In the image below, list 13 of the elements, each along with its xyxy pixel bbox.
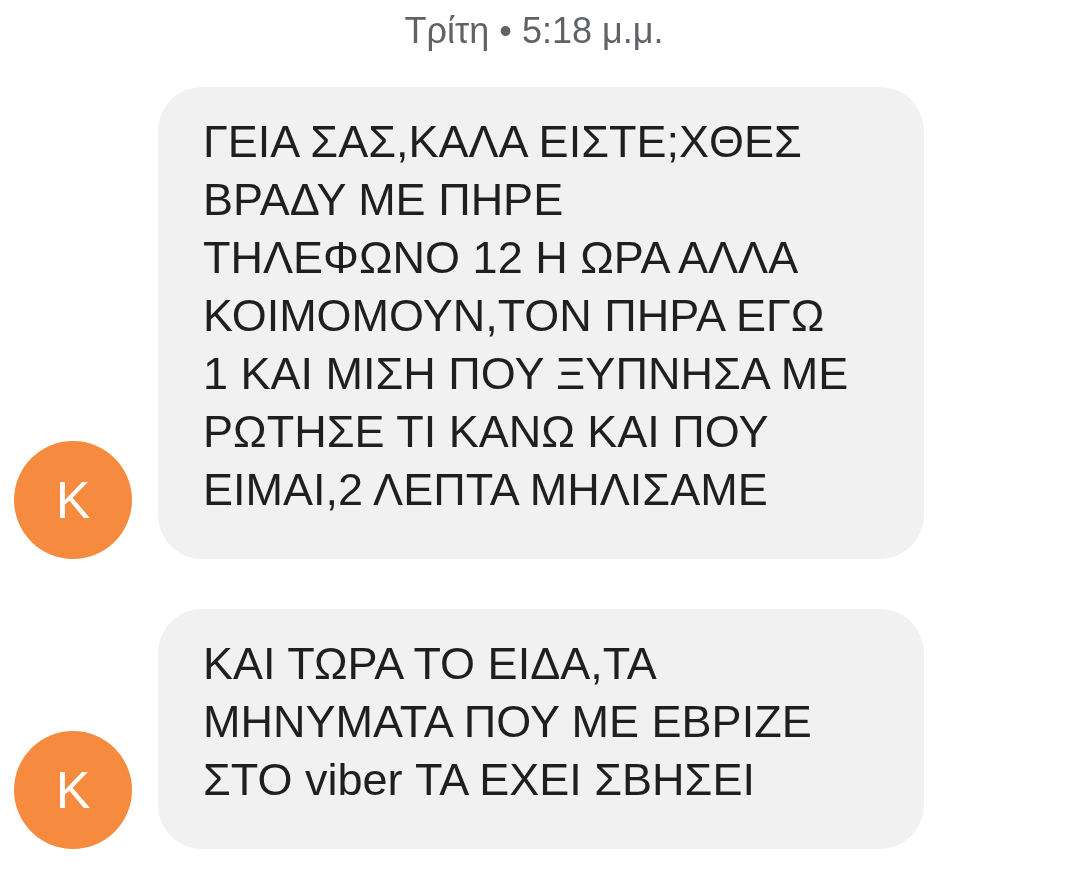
message-line: 1 ΚΑΙ ΜΙΣΗ ΠΟΥ ΞΥΠΝΗΣΑ ΜΕ <box>203 347 850 401</box>
message-line: ΕΙΜΑΙ,2 ΛΕΠΤΑ ΜΗΛΙΣΑΜΕ <box>203 463 769 517</box>
timestamp: Τρίτη • 5:18 μ.μ. <box>404 9 664 53</box>
message-line: ΚΑΙ ΤΩΡΑ ΤΟ ΕΙΔΑ,ΤΑ <box>203 637 658 691</box>
avatar[interactable]: K <box>14 441 132 559</box>
message-line: ΡΩΤΗΣΕ ΤΙ ΚΑΝΩ ΚΑΙ ΠΟΥ <box>203 405 770 459</box>
message-line: ΓΕΙΑ ΣΑΣ,ΚΑΛΑ ΕΙΣΤΕ;ΧΘΕΣ <box>203 115 803 169</box>
message-line: ΣΤΟ viber ΤΑ ΕΧΕΙ ΣΒΗΣΕΙ <box>203 753 756 807</box>
avatar[interactable]: K <box>14 731 132 849</box>
message-line: ΜΗΝΥΜΑΤΑ ΠΟΥ ΜΕ ΕΒΡΙΖΕ <box>203 695 813 749</box>
message-line: ΤΗΛΕΦΩΝΟ 12 Η ΩΡΑ ΑΛΛΑ <box>203 231 800 285</box>
message-line: ΒΡΑΔΥ ΜΕ ΠΗΡΕ <box>203 173 565 227</box>
message-line: ΚΟΙΜΟΜΟΥΝ,ΤΟΝ ΠΗΡΑ ΕΓΩ <box>203 289 826 343</box>
